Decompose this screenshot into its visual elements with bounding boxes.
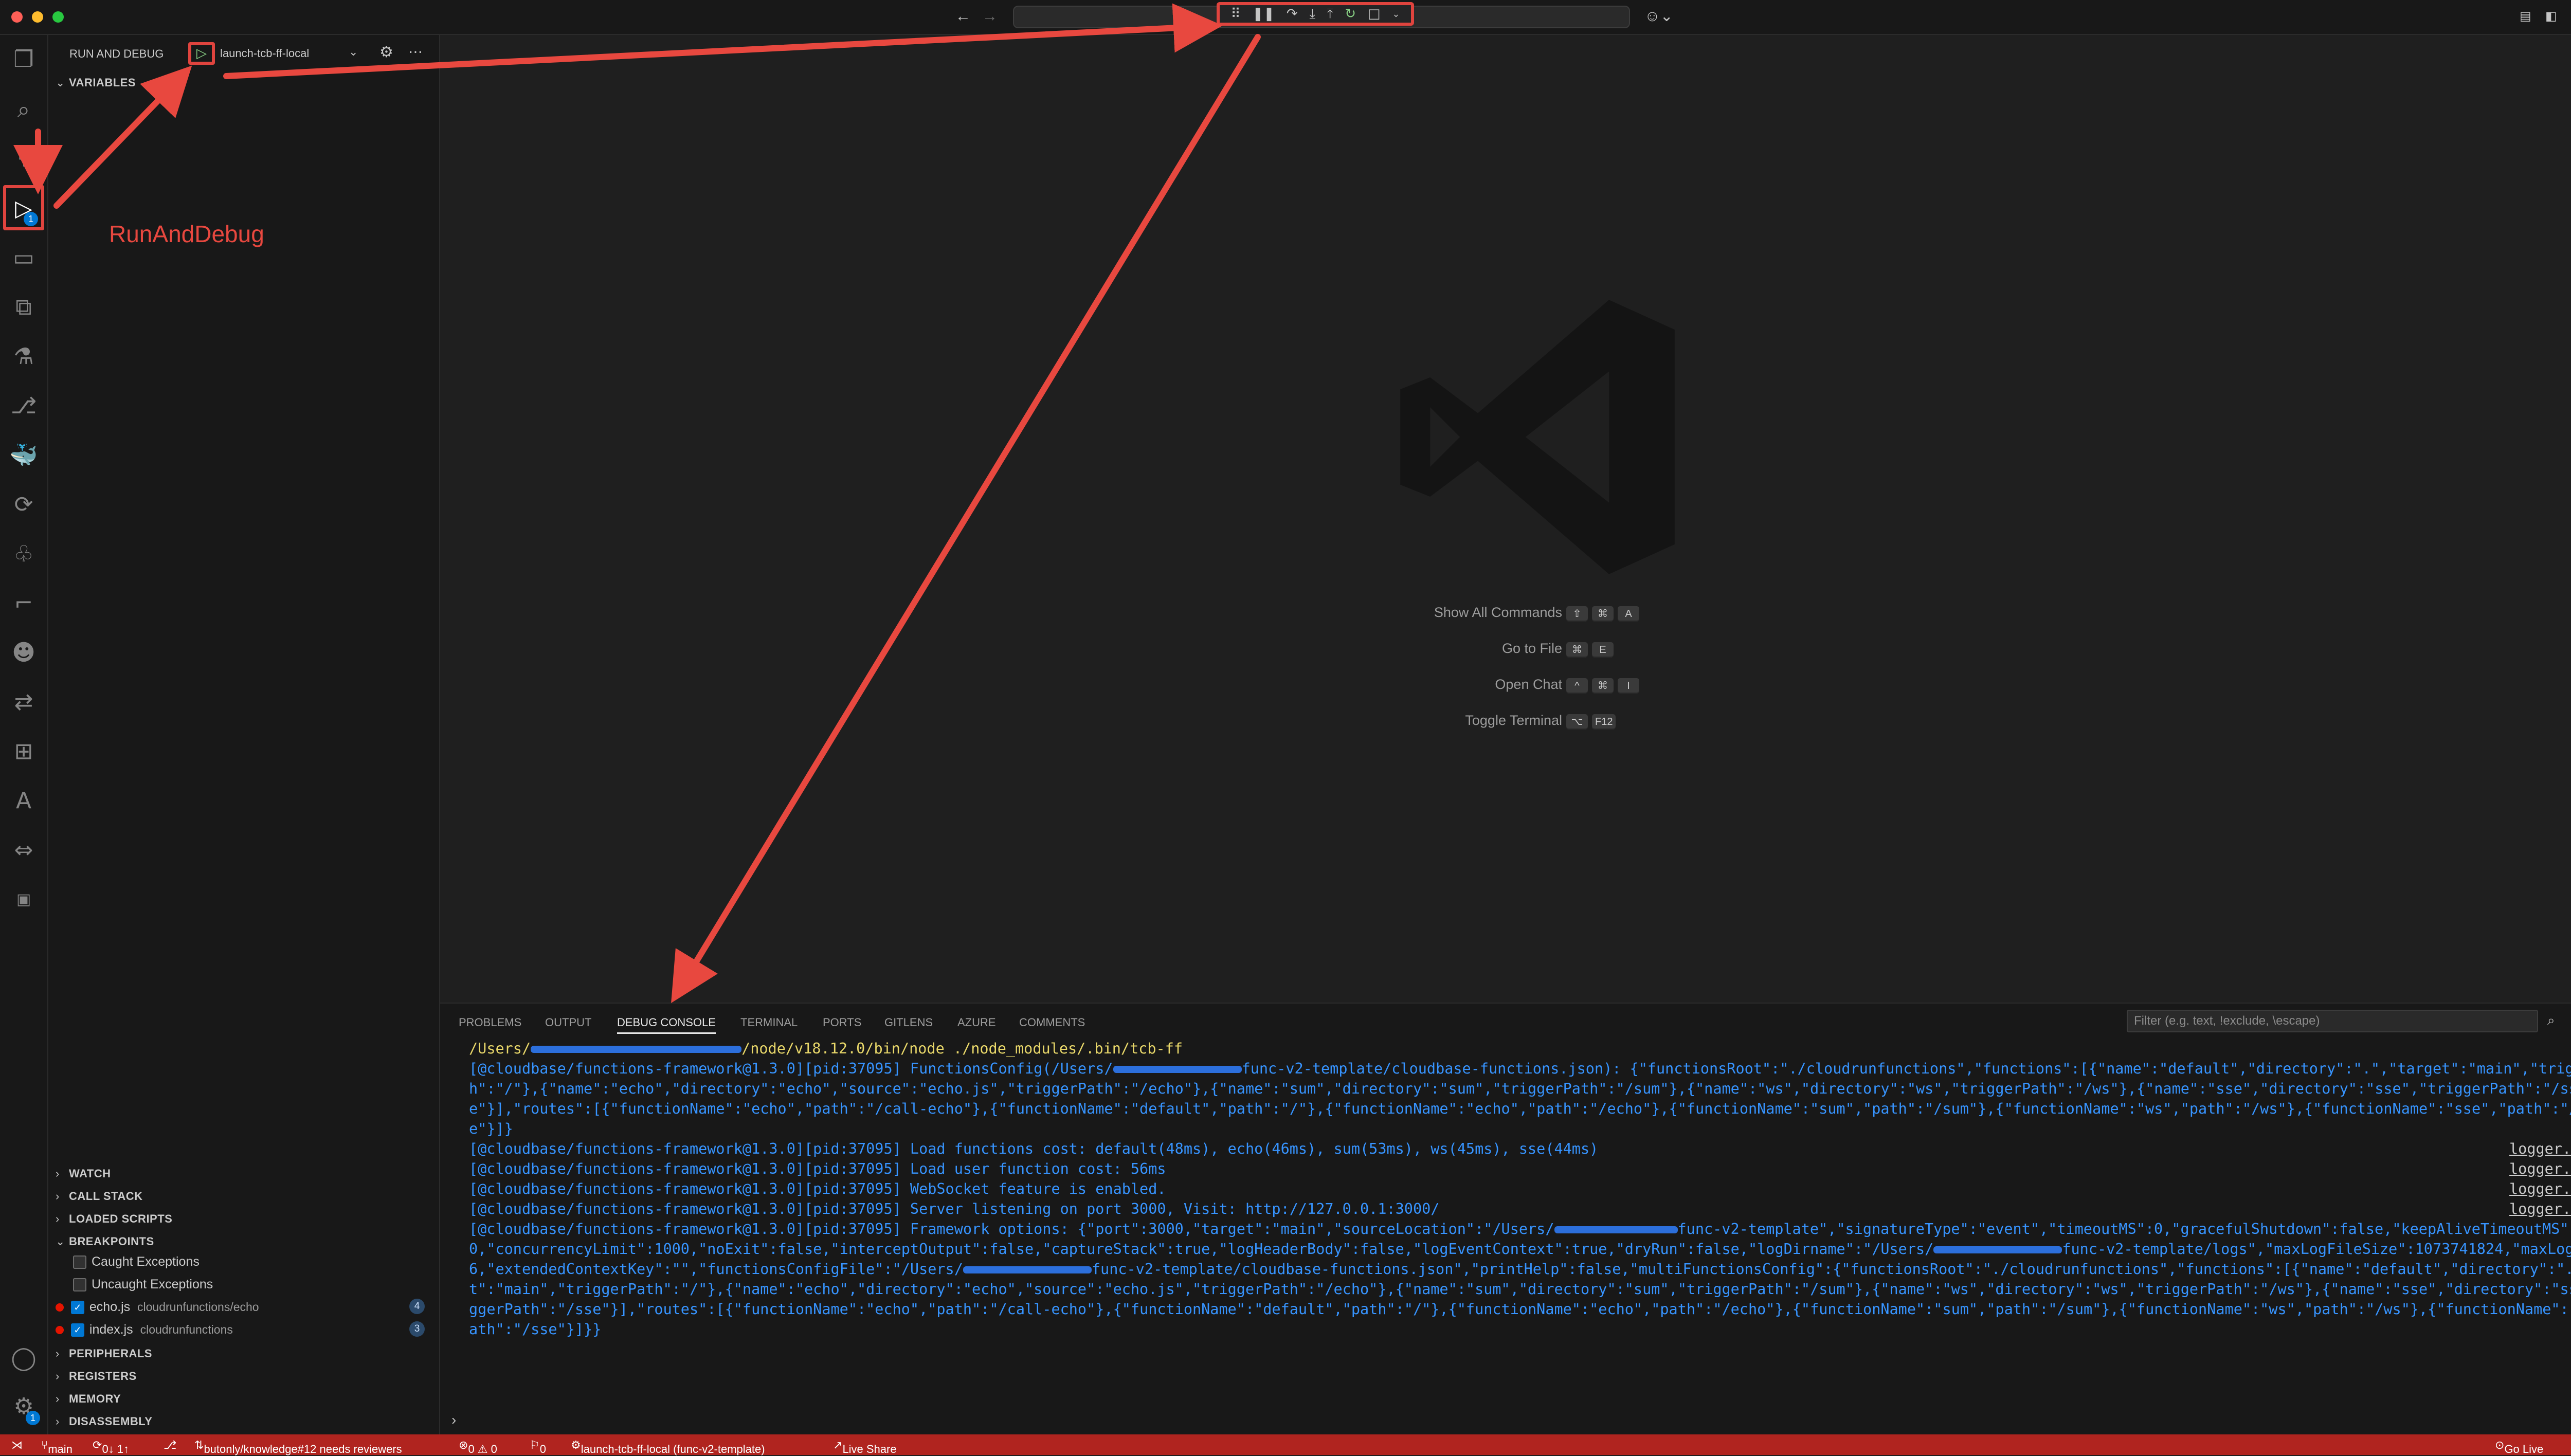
remote-indicator-icon[interactable]: ⋊ [11,1439,23,1452]
go-live-status[interactable]: ⊙ Go Live [2495,1439,2543,1455]
arrow [53,65,192,209]
branch-status[interactable]: ⑂ main [41,1439,73,1455]
status-bar: ⋊ ⑂ main ⟳ 0↓ 1↑ ⎇ ⇅ butonly/knowledge#1… [0,1434,2571,1455]
pull-request-status[interactable]: ⇅ butonly/knowledge#12 needs reviewers [194,1439,402,1455]
arrow [223,3,1223,79]
annotation-arrows [13,3,1261,1004]
live-share-status[interactable]: ↗ Live Share [833,1439,897,1455]
gitlens-icon[interactable]: ⎇ [164,1439,176,1452]
problems-status[interactable]: ⊗ 0 ⚠ 0 [459,1439,497,1455]
arrow [671,34,1261,1004]
sync-status[interactable]: ⟳ 0↓ 1↑ [93,1439,129,1455]
ports-status[interactable]: ⚐ 0 [530,1439,546,1455]
debug-launch-status[interactable]: ⚙ launch-tcb-ff-local (func-v2-template) [571,1439,765,1455]
